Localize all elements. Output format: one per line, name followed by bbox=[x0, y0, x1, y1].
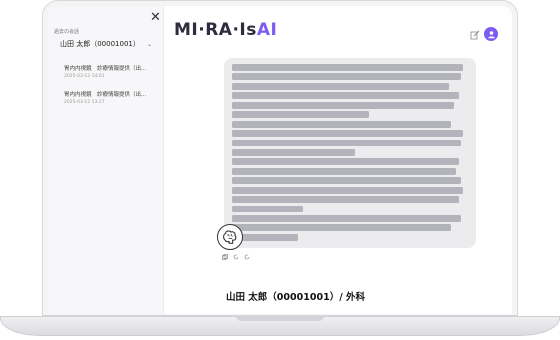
assistant-message bbox=[224, 58, 476, 248]
patient-selector[interactable]: 山田 太郎（00001001） ⌄ bbox=[52, 37, 160, 51]
sidebar: ✕ 過去の会話 山田 太郎（00001001） ⌄ 胃内内視鏡 診療情報提供（出… bbox=[48, 6, 164, 314]
brain-icon bbox=[223, 230, 237, 244]
history-item[interactable]: 胃内内視鏡 診療情報提供（出... 2025-03-12 14:01 bbox=[64, 64, 160, 79]
history-item[interactable]: 胃内内視鏡 診療情報提供（出... 2025-03-12 13:27 bbox=[64, 90, 160, 105]
message-line bbox=[232, 82, 450, 90]
message-line bbox=[232, 120, 452, 128]
history-item-title: 胃内内視鏡 診療情報提供（出... bbox=[64, 66, 147, 72]
message-line bbox=[232, 101, 454, 109]
retry-icon[interactable] bbox=[233, 254, 239, 260]
message-line bbox=[232, 158, 459, 166]
message-line bbox=[232, 205, 303, 213]
assistant-brain-icon bbox=[217, 224, 243, 250]
history-item-title: 胃内内視鏡 診療情報提供（出... bbox=[64, 92, 147, 98]
retry-icon[interactable] bbox=[244, 254, 250, 260]
app-window: ✕ 過去の会話 山田 太郎（00001001） ⌄ 胃内内視鏡 診療情報提供（出… bbox=[48, 6, 512, 314]
laptop-notch bbox=[236, 316, 324, 321]
message-line bbox=[232, 73, 461, 81]
message-line bbox=[232, 130, 464, 137]
message-line bbox=[232, 111, 369, 119]
history-item-date: 2025-03-12 14:01 bbox=[64, 74, 105, 79]
history-item-date: 2025-03-12 13:27 bbox=[64, 100, 105, 105]
patient-selector-label: 山田 太郎（00001001） bbox=[60, 40, 140, 48]
user-avatar[interactable] bbox=[484, 27, 498, 41]
close-icon[interactable]: ✕ bbox=[150, 10, 161, 25]
logo-main-text: MI·RA·Is bbox=[174, 20, 257, 40]
message-line bbox=[232, 167, 457, 175]
message-line bbox=[232, 64, 464, 71]
message-actions bbox=[222, 254, 250, 260]
message-line bbox=[232, 224, 452, 232]
message-line bbox=[232, 196, 459, 204]
copy-icon[interactable] bbox=[222, 254, 228, 260]
message-line bbox=[232, 92, 459, 100]
message-line bbox=[232, 186, 464, 194]
app-logo: MI·RA·IsAI bbox=[174, 20, 277, 40]
chevron-down-icon: ⌄ bbox=[146, 40, 152, 48]
message-line bbox=[232, 177, 461, 185]
patient-title: 山田 太郎（00001001）/ 外科 bbox=[226, 292, 365, 303]
message-line bbox=[232, 139, 461, 147]
logo-ai-text: AI bbox=[256, 20, 278, 40]
sidebar-heading: 過去の会話 bbox=[54, 29, 80, 35]
edit-icon[interactable] bbox=[470, 30, 480, 40]
message-line bbox=[232, 215, 461, 222]
message-line bbox=[232, 148, 355, 156]
user-icon bbox=[487, 30, 495, 38]
